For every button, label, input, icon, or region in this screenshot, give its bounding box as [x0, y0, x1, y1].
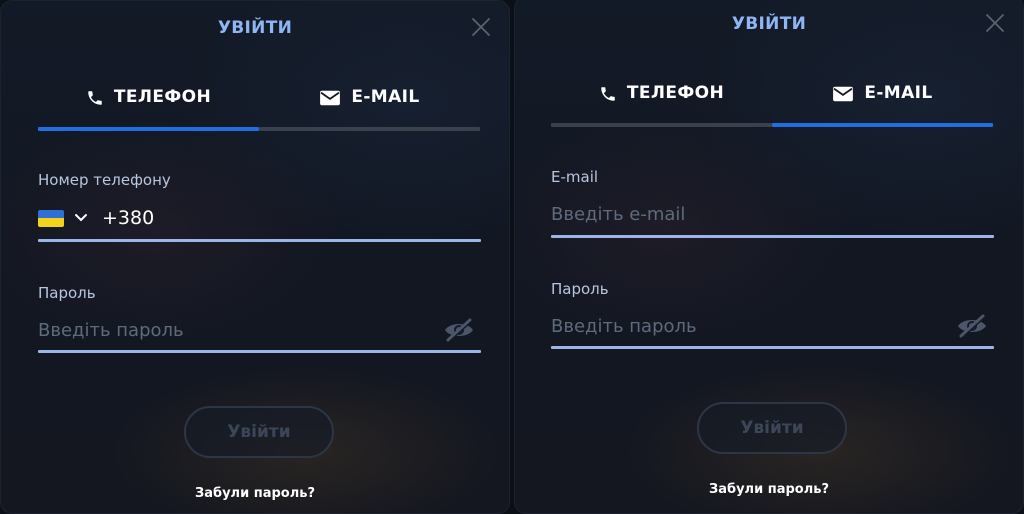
close-icon[interactable] [983, 11, 1007, 35]
tab-email-label: E-MAIL [351, 87, 420, 107]
envelope-icon [833, 86, 854, 102]
phone-input-row[interactable]: +380 [38, 204, 154, 232]
login-button[interactable]: Увійти [184, 406, 334, 458]
tab-email[interactable]: E-MAIL [772, 79, 993, 129]
password-label: Пароль [551, 280, 609, 298]
dialog-title: УВІЙТИ [217, 18, 293, 38]
login-dialog-phone: УВІЙТИ ТЕЛЕФОН E-MAIL Номер телефону +38… [0, 0, 510, 514]
envelope-icon [320, 90, 341, 106]
phone-icon [601, 87, 615, 101]
phone-label: Номер телефону [38, 171, 171, 189]
password-label: Пароль [38, 284, 96, 302]
eye-slash-icon[interactable] [955, 313, 989, 339]
login-method-tabs: ТЕЛЕФОН E-MAIL [551, 79, 994, 129]
email-field-underline [551, 235, 994, 238]
tab-phone[interactable]: ТЕЛЕФОН [38, 83, 259, 133]
stage: УВІЙТИ ТЕЛЕФОН E-MAIL Номер телефону +38… [0, 0, 1024, 514]
forgot-password-link[interactable]: Забули пароль? [1, 486, 509, 501]
ukraine-flag-icon[interactable] [38, 209, 64, 227]
phone-prefix[interactable]: +380 [102, 207, 154, 229]
login-method-tabs: ТЕЛЕФОН E-MAIL [38, 83, 481, 133]
tab-email-indicator [259, 127, 480, 131]
tab-email-indicator [772, 123, 993, 127]
tab-email-label: E-MAIL [864, 83, 933, 103]
tab-email[interactable]: E-MAIL [259, 83, 480, 133]
eye-slash-icon[interactable] [442, 317, 476, 343]
forgot-password-link[interactable]: Забули пароль? [515, 482, 1023, 497]
login-dialog-email: УВІЙТИ ТЕЛЕФОН E-MAIL E-mail Введіть e-m… [514, 0, 1024, 514]
phone-field-underline [38, 239, 481, 242]
password-input[interactable] [38, 316, 428, 344]
tab-phone-indicator [38, 127, 259, 131]
phone-icon [88, 91, 102, 105]
chevron-down-icon[interactable] [74, 213, 88, 223]
email-input[interactable] [551, 200, 941, 228]
tab-phone-indicator [551, 123, 772, 127]
login-button[interactable]: Увійти [697, 402, 847, 454]
close-icon[interactable] [469, 15, 493, 39]
password-input[interactable] [551, 312, 941, 340]
password-field-underline [38, 350, 481, 353]
dialog-title: УВІЙТИ [731, 14, 807, 34]
tab-phone[interactable]: ТЕЛЕФОН [551, 79, 772, 129]
tab-phone-label: ТЕЛЕФОН [113, 87, 212, 107]
tab-phone-label: ТЕЛЕФОН [626, 83, 725, 103]
password-field-underline [551, 346, 994, 349]
email-label: E-mail [551, 168, 599, 186]
